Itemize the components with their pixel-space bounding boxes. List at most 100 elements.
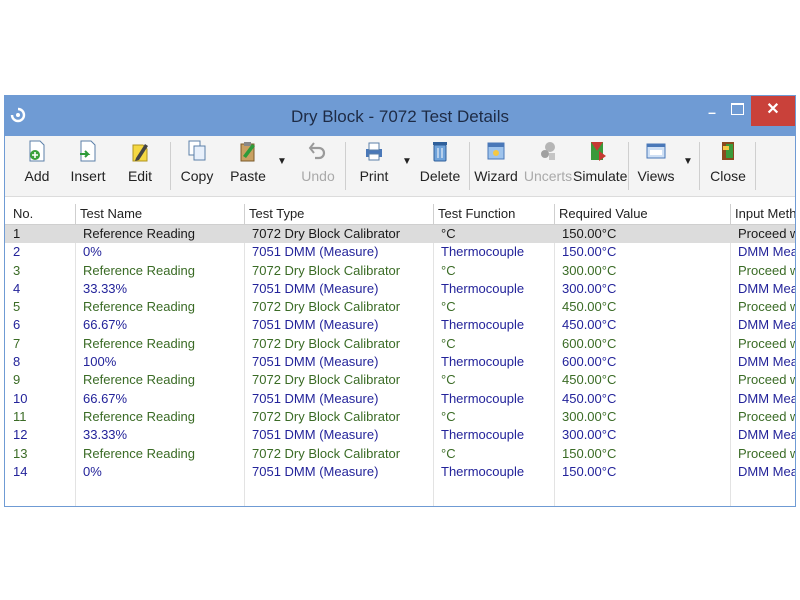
column-header-input-method[interactable]: Input Meth [730, 204, 795, 224]
table-row[interactable]: 14 0% 7051 DMM (Measure) Thermocouple 150.00… [5, 463, 795, 481]
table-row[interactable]: 11 Reference Reading 7072 Dry Block Calibr… [5, 408, 795, 426]
undo-icon [308, 142, 326, 160]
edit-button[interactable]: Edit [115, 140, 165, 192]
cell-test-name: Reference Reading [83, 372, 196, 388]
views-dropdown-arrow[interactable]: ▼ [683, 156, 693, 167]
cell-required-value: 300.00°C [562, 408, 617, 424]
cell-input-method: Proceed wi [738, 445, 795, 461]
cell-input-method: DMM Meas [738, 354, 795, 370]
undo-button[interactable]: Undo [293, 140, 343, 192]
test-details-window: Dry Block - 7072 Test Details – ✕ Add In… [4, 95, 796, 507]
simulate-icon [591, 142, 606, 161]
column-header-test-function[interactable]: Test Function [433, 204, 554, 224]
cell-no: 8 [13, 354, 21, 370]
add-button[interactable]: Add [12, 140, 62, 192]
cell-no: 6 [13, 317, 21, 333]
views-button[interactable]: Views [631, 140, 681, 192]
paste-dropdown-arrow[interactable]: ▼ [277, 156, 287, 167]
toolbar-separator [345, 142, 346, 190]
toolbar-separator [699, 142, 700, 190]
test-details-grid: No. Test Name Test Type Test Function Re… [5, 204, 795, 506]
minimize-button[interactable]: – [699, 96, 725, 126]
table-row[interactable]: 12 33.33% 7051 DMM (Measure) Thermocouple 30… [5, 426, 795, 444]
cell-no: 3 [13, 262, 21, 278]
delete-button[interactable]: Delete [415, 140, 465, 192]
toolbar: Add Insert Edit Copy Paste ▼ Undo Print … [5, 136, 795, 197]
toolbar-separator [469, 142, 470, 190]
simulate-button[interactable]: Simulate [573, 140, 627, 192]
cell-test-type: 7072 Dry Block Calibrator [252, 262, 401, 278]
close-button[interactable]: Close [703, 140, 753, 192]
column-header-required-value[interactable]: Required Value [554, 204, 730, 224]
cell-no: 2 [13, 244, 21, 260]
toolbar-separator [628, 142, 629, 190]
cell-input-method: DMM Meas [738, 427, 795, 443]
cell-required-value: 450.00°C [562, 390, 617, 406]
cell-test-name: Reference Reading [83, 408, 196, 424]
cell-test-type: 7072 Dry Block Calibrator [252, 445, 401, 461]
table-row[interactable]: 10 66.67% 7051 DMM (Measure) Thermocouple 45… [5, 390, 795, 408]
table-row[interactable]: 7 Reference Reading 7072 Dry Block Calibra… [5, 335, 795, 353]
cell-test-name: 33.33% [83, 280, 128, 296]
table-row[interactable]: 9 Reference Reading 7072 Dry Block Calibra… [5, 371, 795, 389]
print-icon [366, 142, 382, 161]
table-row[interactable]: 6 66.67% 7051 DMM (Measure) Thermocouple 450… [5, 316, 795, 334]
column-header-no[interactable]: No. [9, 204, 75, 224]
cell-test-name: Reference Reading [83, 299, 196, 315]
column-header-test-type[interactable]: Test Type [244, 204, 433, 224]
maximize-icon [731, 103, 744, 115]
table-row[interactable]: 5 Reference Reading 7072 Dry Block Calibra… [5, 298, 795, 316]
cell-test-type: 7051 DMM (Measure) [252, 427, 379, 443]
cell-test-type: 7051 DMM (Measure) [252, 244, 379, 260]
add-icon [29, 140, 45, 162]
cell-no: 5 [13, 299, 21, 315]
copy-button[interactable]: Copy [172, 140, 222, 192]
cell-required-value: 450.00°C [562, 317, 617, 333]
cell-test-name: Reference Reading [83, 335, 196, 351]
insert-icon [80, 140, 96, 162]
table-row[interactable]: 13 Reference Reading 7072 Dry Block Calibr… [5, 445, 795, 463]
cell-no: 12 [13, 427, 28, 443]
cell-test-type: 7051 DMM (Measure) [252, 354, 379, 370]
table-row[interactable]: 4 33.33% 7051 DMM (Measure) Thermocouple 300… [5, 280, 795, 298]
cell-test-name: Reference Reading [83, 226, 196, 241]
wizard-button[interactable]: Wizard [471, 140, 521, 192]
cell-no: 13 [13, 445, 28, 461]
cell-input-method: Proceed wi [738, 226, 795, 241]
cell-required-value: 600.00°C [562, 335, 617, 351]
cell-test-function: °C [441, 262, 456, 278]
cell-no: 11 [13, 408, 27, 424]
paste-button[interactable]: Paste [223, 140, 273, 192]
cell-required-value: 150.00°C [562, 463, 617, 479]
cell-test-function: Thermocouple [441, 390, 525, 406]
title-bar[interactable]: Dry Block - 7072 Test Details – ✕ [5, 96, 795, 136]
cell-test-name: 0% [83, 463, 102, 479]
close-window-button[interactable]: ✕ [751, 96, 795, 126]
copy-icon [188, 140, 206, 161]
grid-header: No. Test Name Test Type Test Function Re… [5, 204, 795, 225]
print-button[interactable]: Print [349, 140, 399, 192]
cell-test-function: °C [441, 299, 456, 315]
cell-no: 7 [13, 335, 21, 351]
insert-button[interactable]: Insert [63, 140, 113, 192]
cell-test-function: Thermocouple [441, 463, 525, 479]
cell-input-method: Proceed wi [738, 372, 795, 388]
edit-icon [132, 144, 148, 162]
table-row[interactable]: 8 100% 7051 DMM (Measure) Thermocouple 600.0… [5, 353, 795, 371]
table-row[interactable]: 2 0% 7051 DMM (Measure) Thermocouple 150.00°… [5, 243, 795, 261]
cell-test-type: 7072 Dry Block Calibrator [252, 335, 401, 351]
trash-icon [433, 142, 447, 162]
cell-test-type: 7051 DMM (Measure) [252, 317, 379, 333]
table-row[interactable]: 3 Reference Reading 7072 Dry Block Calibra… [5, 262, 795, 280]
cell-required-value: 150.00°C [562, 244, 617, 260]
cell-no: 14 [13, 463, 28, 479]
print-dropdown-arrow[interactable]: ▼ [402, 156, 412, 167]
cell-test-function: Thermocouple [441, 354, 525, 370]
table-row[interactable]: 1 Reference Reading 7072 Dry Block Calibra… [5, 225, 795, 244]
window-title: Dry Block - 7072 Test Details [291, 107, 509, 126]
cell-test-function: Thermocouple [441, 244, 525, 260]
maximize-button[interactable] [725, 96, 751, 126]
column-header-test-name[interactable]: Test Name [75, 204, 244, 224]
uncerts-button[interactable]: Uncerts [523, 140, 573, 192]
cell-required-value: 150.00°C [562, 445, 617, 461]
